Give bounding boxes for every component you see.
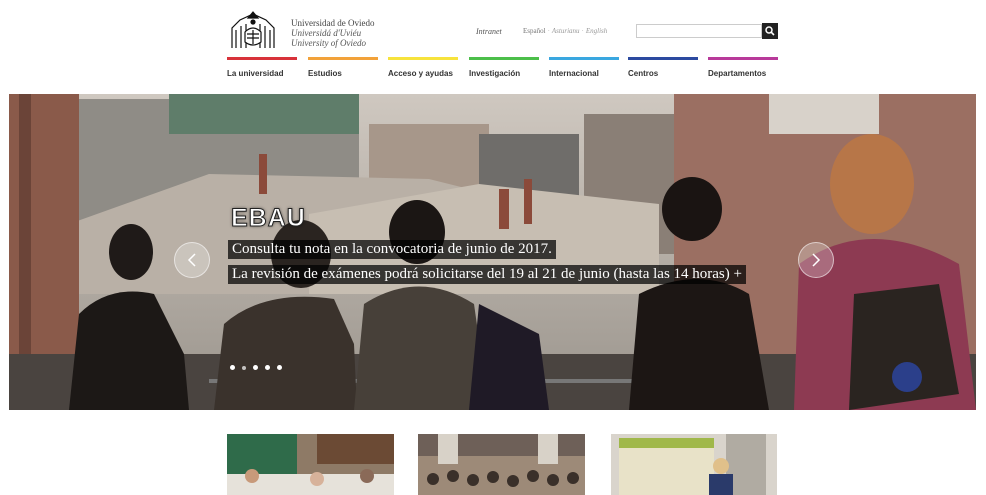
hero-title[interactable]: EBAU	[231, 204, 306, 233]
carousel-dot-2[interactable]	[242, 365, 246, 370]
nav-item-label: Internacional	[549, 69, 599, 78]
hero-caption-line-1[interactable]: Consulta tu nota en la convocatoria de j…	[228, 240, 556, 259]
nav-item-label: Investigación	[469, 69, 521, 78]
nav-item-internacional[interactable]: Internacional	[549, 57, 619, 81]
language-switcher: Español · Asturianu · English	[523, 27, 608, 35]
nav-item-centros[interactable]: Centros	[628, 57, 698, 81]
nav-color-bar	[708, 57, 778, 60]
carousel-dot-5[interactable]	[277, 365, 282, 370]
nav-item-estudios[interactable]: Estudios	[308, 57, 378, 81]
nav-color-bar	[549, 57, 619, 60]
news-thumbnail-1[interactable]	[227, 434, 394, 495]
carousel-pagination	[230, 365, 282, 370]
nav-color-bar	[469, 57, 539, 60]
lang-link-asturian[interactable]: Asturianu	[552, 27, 580, 35]
news-thumbnail-2[interactable]	[418, 434, 585, 495]
search-input[interactable]	[636, 24, 762, 38]
lang-link-spanish[interactable]: Español	[523, 27, 546, 35]
search-button[interactable]	[762, 23, 778, 39]
nav-item-investigacion[interactable]: Investigación	[469, 57, 539, 81]
university-name-es: Universidad de Oviedo	[291, 18, 375, 28]
nav-color-bar	[308, 57, 378, 60]
nav-item-label: Centros	[628, 69, 659, 78]
university-crest-logo[interactable]	[228, 10, 278, 50]
hero-caption-line-2[interactable]: La revisión de exámenes podrá solicitars…	[228, 265, 746, 284]
nav-item-acceso-y-ayudas[interactable]: Acceso y ayudas	[388, 57, 458, 81]
carousel-dot-3[interactable]	[253, 365, 258, 370]
news-thumbnail-photo	[418, 434, 585, 495]
carousel-prev-button[interactable]	[174, 242, 210, 278]
carousel-dot-4[interactable]	[265, 365, 270, 370]
nav-item-label: Estudios	[308, 69, 342, 78]
university-name-en: University of Oviedo	[291, 38, 366, 48]
hero-carousel[interactable]: EBAU Consulta tu nota en la convocatoria…	[9, 94, 976, 410]
main-navigation: La universidad Estudios Acceso y ayudas …	[227, 57, 780, 81]
carousel-next-button[interactable]	[798, 242, 834, 278]
news-thumbnail-photo	[611, 434, 777, 495]
nav-color-bar	[227, 57, 297, 60]
nav-item-label: La universidad	[227, 69, 284, 78]
chevron-left-icon	[187, 253, 196, 267]
carousel-dot-1[interactable]	[230, 365, 235, 370]
nav-item-departamentos[interactable]: Departamentos	[708, 57, 778, 81]
nav-color-bar	[388, 57, 458, 60]
university-name-ast: Universidá d'Uviéu	[291, 28, 362, 38]
university-name-block[interactable]: Universidad de Oviedo Universidá d'Uviéu…	[291, 18, 374, 48]
news-thumbnail-photo	[227, 434, 394, 495]
nav-item-label: Departamentos	[708, 69, 767, 78]
intranet-link[interactable]: Intranet	[476, 27, 502, 36]
news-thumbnail-3[interactable]	[611, 434, 777, 495]
nav-item-la-universidad[interactable]: La universidad	[227, 57, 297, 81]
nav-item-label: Acceso y ayudas	[388, 69, 453, 78]
lang-link-english[interactable]: English	[586, 27, 607, 35]
nav-color-bar	[628, 57, 698, 60]
chevron-right-icon	[812, 253, 821, 267]
search-icon	[765, 26, 775, 36]
